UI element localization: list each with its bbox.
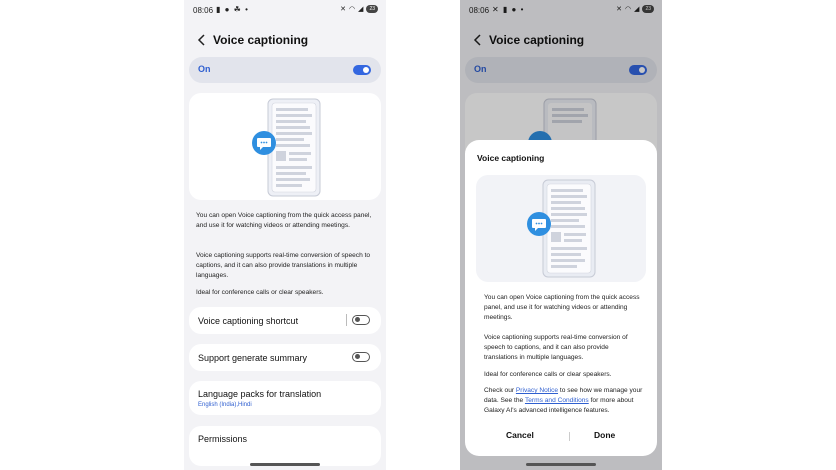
phone-screen-settings: 08:06 ▮ ● ☘ • ✕ ◠ ◢ 23 Voice captioning … [184,0,386,470]
button-divider [569,432,570,441]
battery-icon: 23 [366,5,378,13]
privacy-notice-link[interactable]: Privacy Notice [516,387,558,394]
page-title: Voice captioning [213,33,309,47]
illustration-card [189,93,381,200]
done-button[interactable]: Done [594,430,615,440]
summary-setting-label: Support generate summary [198,353,308,363]
language-packs-row[interactable]: Language packs for translation English (… [189,381,381,415]
dialog-privacy-paragraph: Check our Privacy Notice to see how we m… [484,386,644,416]
dialog-title: Voice captioning [477,153,545,163]
mute-icon: ✕ [340,6,346,13]
status-bar: 08:06 ▮ ● ☘ • ✕ ◠ ◢ 23 [184,4,386,18]
permissions-row[interactable]: Permissions [189,426,381,466]
app-bar: Voice captioning [184,31,386,51]
description-paragraph-1: You can open Voice captioning from the q… [196,212,372,229]
captioning-illustration [526,179,596,278]
status-time: 08:06 [193,6,214,15]
shortcut-setting-label: Voice captioning shortcut [198,316,299,326]
master-toggle-label: On [198,64,211,74]
shortcut-toggle-switch[interactable] [352,315,370,325]
notification-icons: ▮ ● ☘ • [216,5,249,14]
description-paragraph-3: Ideal for conference calls or clear spea… [196,289,324,296]
dialog-paragraph-3: Ideal for conference calls or clear spea… [484,371,612,378]
home-indicator[interactable] [526,463,596,466]
back-arrow-icon [197,34,205,46]
master-toggle-switch[interactable] [353,65,371,75]
cancel-button[interactable]: Cancel [506,430,534,440]
permissions-label: Permissions [198,434,248,444]
dialog-illustration-card [476,175,646,282]
dialog-paragraph-2: Voice captioning supports real-time conv… [484,334,628,361]
voice-captioning-dialog: Voice captioning You can open Voice capt… [465,140,657,456]
description-paragraph-2: Voice captioning supports real-time conv… [196,252,371,279]
system-icons: ✕ ◠ ◢ 23 [340,5,378,13]
language-packs-label: Language packs for translation [198,389,322,399]
wifi-icon: ◠ [348,6,356,13]
row-divider [346,314,347,326]
summary-toggle-switch[interactable] [352,352,370,362]
privacy-prefix: Check our [484,387,516,394]
phone-screen-dialog: 08:06 ✕ ▮ ● • ✕ ◠ ◢ 23 Voice captioning … [460,0,662,470]
dialog-paragraph-1: You can open Voice captioning from the q… [484,294,640,321]
back-button[interactable] [194,31,210,49]
language-packs-value: English (India),Hindi [198,402,252,408]
captioning-illustration [251,98,321,197]
master-toggle-row[interactable]: On [189,57,381,83]
shortcut-setting-row[interactable]: Voice captioning shortcut [189,307,381,334]
terms-link[interactable]: Terms and Conditions [525,397,589,404]
summary-setting-row[interactable]: Support generate summary [189,344,381,371]
signal-icon: ◢ [358,6,364,13]
home-indicator[interactable] [250,463,320,466]
